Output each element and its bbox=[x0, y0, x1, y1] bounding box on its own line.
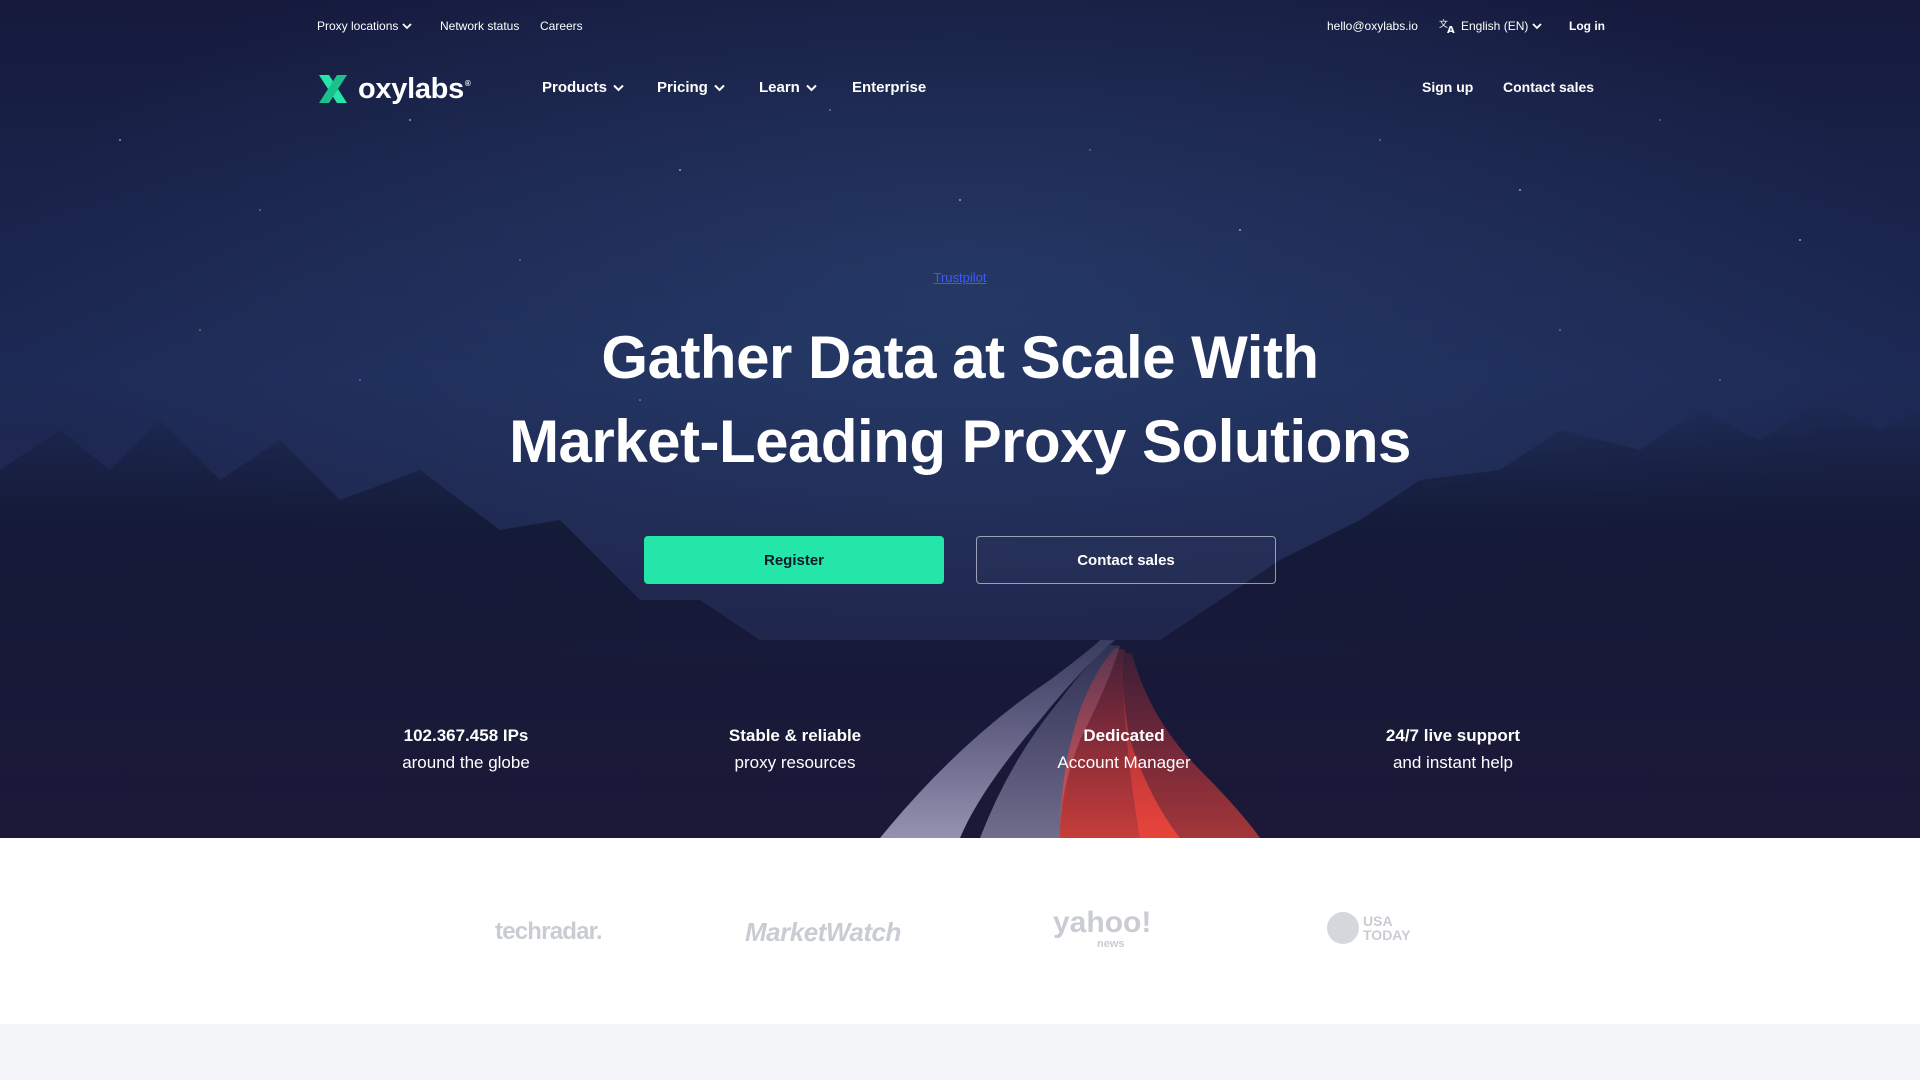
oxylabs-x-logo-icon bbox=[319, 75, 347, 103]
feature-title: Dedicated bbox=[1083, 726, 1165, 745]
hero-headline-line-1: Gather Data at Scale With bbox=[601, 324, 1319, 391]
contact-sales-button[interactable]: Contact sales bbox=[976, 536, 1276, 584]
email-link[interactable]: hello@oxylabs.io bbox=[1327, 19, 1418, 33]
feature-stable: Stable & reliable proxy resources bbox=[675, 722, 915, 776]
yahoo-news-logo: yahoo! news bbox=[1053, 906, 1152, 951]
usatoday-wordmark: USA TODAY bbox=[1363, 914, 1410, 942]
chevron-down-icon bbox=[806, 84, 817, 91]
main-navigation: oxylabs® Products Pricing Learn Enterpri… bbox=[0, 62, 1920, 116]
nav-pricing[interactable]: Pricing bbox=[657, 79, 725, 96]
oxylabs-logo[interactable]: oxylabs® bbox=[316, 72, 471, 106]
yahoo-wordmark: yahoo! bbox=[1053, 906, 1152, 939]
press-logos-section: techradar. MarketWatch yahoo! news USA T… bbox=[0, 838, 1920, 1024]
feature-subtitle: and instant help bbox=[1392, 753, 1514, 772]
techradar-logo: techradar. bbox=[495, 918, 603, 945]
feature-title: Stable & reliable bbox=[728, 726, 862, 745]
usatoday-circle-icon bbox=[1327, 912, 1359, 944]
yahoo-news-sub: news bbox=[1097, 938, 1125, 950]
network-status-link[interactable]: Network status bbox=[440, 19, 519, 33]
signup-label: Sign up bbox=[1422, 79, 1474, 95]
nav-enterprise-label: Enterprise bbox=[852, 79, 927, 96]
hero-section: Proxy locations Network status Careers h… bbox=[0, 0, 1920, 838]
hero-headline: Gather Data at Scale With Market-Leading… bbox=[0, 316, 1920, 484]
chevron-down-icon bbox=[714, 84, 725, 91]
nav-pricing-label: Pricing bbox=[657, 79, 708, 96]
login-label: Log in bbox=[1569, 19, 1605, 33]
trustpilot-link[interactable]: Trustpilot bbox=[0, 270, 1920, 285]
nav-contact-sales-link[interactable]: Contact sales bbox=[1503, 79, 1594, 95]
chevron-down-icon bbox=[402, 22, 413, 29]
feature-subtitle: proxy resources bbox=[734, 753, 856, 772]
email-label: hello@oxylabs.io bbox=[1327, 19, 1418, 33]
logo-wordmark: oxylabs® bbox=[358, 72, 471, 105]
chevron-down-icon bbox=[613, 84, 624, 91]
careers-link[interactable]: Careers bbox=[540, 19, 583, 33]
nav-products-label: Products bbox=[542, 79, 608, 96]
marketwatch-logo: MarketWatch bbox=[745, 917, 901, 947]
feature-title: 102.367.458 IPs bbox=[403, 726, 529, 745]
hero-headline-line-2: Market-Leading Proxy Solutions bbox=[509, 408, 1411, 475]
login-link[interactable]: Log in bbox=[1569, 19, 1605, 33]
nav-learn-label: Learn bbox=[759, 79, 800, 96]
language-dropdown[interactable]: 文 A English (EN) bbox=[1439, 19, 1542, 33]
feature-title: 24/7 live support bbox=[1385, 726, 1521, 745]
feature-ips: 102.367.458 IPs around the globe bbox=[346, 722, 586, 776]
nav-contact-sales-label: Contact sales bbox=[1503, 79, 1595, 95]
chevron-down-icon bbox=[1532, 22, 1542, 29]
svg-text:A: A bbox=[1447, 25, 1455, 33]
translate-icon: 文 A bbox=[1439, 19, 1455, 33]
register-button[interactable]: Register bbox=[644, 536, 944, 584]
feature-subtitle: Account Manager bbox=[1057, 753, 1191, 772]
careers-label: Careers bbox=[540, 19, 583, 33]
next-section-strip bbox=[0, 1024, 1920, 1080]
nav-learn[interactable]: Learn bbox=[759, 79, 817, 96]
usatoday-line-2: TODAY bbox=[1363, 927, 1411, 943]
feature-account-manager: Dedicated Account Manager bbox=[1004, 722, 1244, 776]
proxy-locations-label: Proxy locations bbox=[317, 19, 399, 33]
feature-support: 24/7 live support and instant help bbox=[1333, 722, 1573, 776]
utility-bar: Proxy locations Network status Careers h… bbox=[0, 0, 1920, 52]
usatoday-line-1: USA bbox=[1363, 913, 1393, 929]
network-status-label: Network status bbox=[440, 19, 520, 33]
usatoday-logo: USA TODAY bbox=[1327, 912, 1410, 944]
language-label: English (EN) bbox=[1461, 19, 1529, 33]
nav-enterprise[interactable]: Enterprise bbox=[852, 79, 926, 96]
nav-products[interactable]: Products bbox=[542, 79, 624, 96]
proxy-locations-dropdown[interactable]: Proxy locations bbox=[317, 19, 413, 33]
signup-link[interactable]: Sign up bbox=[1422, 79, 1473, 95]
feature-subtitle: around the globe bbox=[402, 753, 530, 772]
